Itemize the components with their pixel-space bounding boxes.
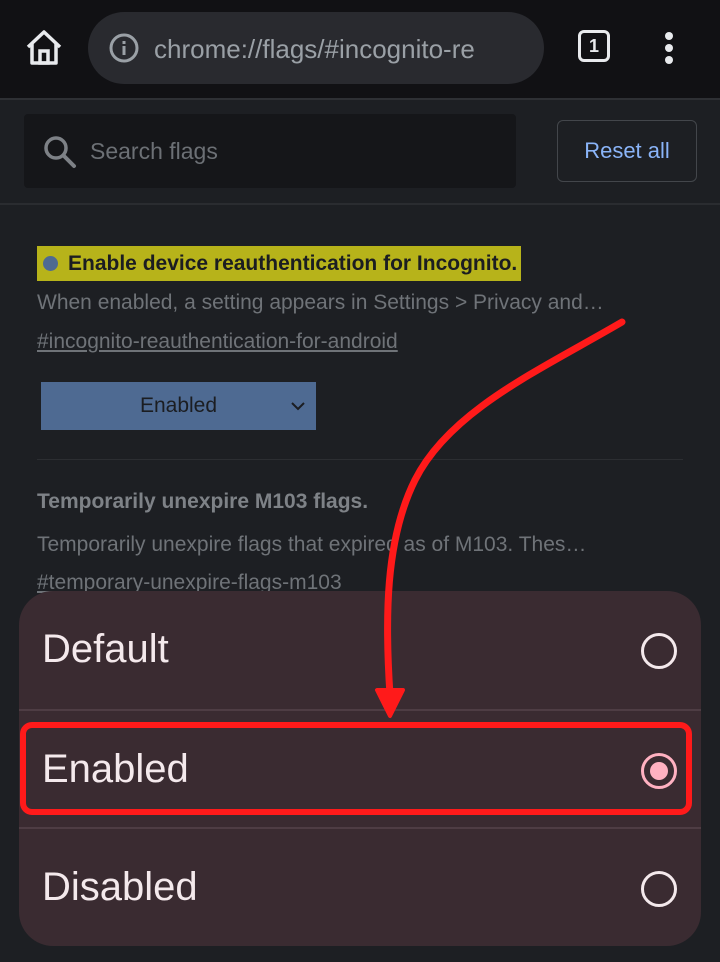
- header-divider: [0, 203, 720, 205]
- tab-switcher-button[interactable]: 1: [576, 28, 614, 66]
- tab-count: 1: [578, 30, 610, 62]
- search-bar[interactable]: [24, 114, 516, 188]
- search-input[interactable]: [90, 132, 490, 170]
- flag-anchor-link[interactable]: #incognito-reauthentication-for-android: [37, 328, 398, 356]
- radio-button[interactable]: [641, 871, 677, 907]
- home-button[interactable]: [22, 26, 66, 70]
- option-disabled[interactable]: Disabled: [19, 829, 701, 947]
- info-icon[interactable]: [108, 32, 140, 64]
- more-menu-button[interactable]: [652, 28, 686, 68]
- option-default[interactable]: Default: [19, 591, 701, 709]
- flag-description: Temporarily unexpire flags that expired …: [37, 533, 587, 556]
- browser-toolbar: chrome://flags/#incognito-re 1: [0, 0, 720, 98]
- radio-button[interactable]: [641, 633, 677, 669]
- chevron-down-icon: [291, 402, 305, 411]
- annotation-highlight-box: [20, 722, 692, 815]
- flag-title: Enable device reauthentication for Incog…: [37, 246, 522, 281]
- flag-state-value: Enabled: [139, 394, 218, 417]
- flag-title-text: Enable device reauthentication for Incog…: [68, 251, 518, 275]
- reset-all-button[interactable]: Reset all: [557, 120, 697, 182]
- option-label: Default: [42, 627, 169, 671]
- status-dot: [43, 256, 58, 271]
- toolbar-divider: [0, 98, 720, 100]
- flag-state-select[interactable]: Enabled: [41, 382, 316, 430]
- home-icon: [26, 30, 62, 65]
- flag-title: Temporarily unexpire M103 flags.: [37, 490, 369, 513]
- search-icon: [44, 136, 76, 168]
- flag-divider: [37, 459, 683, 460]
- option-label: Disabled: [42, 865, 198, 909]
- flag-description: When enabled, a setting appears in Setti…: [37, 291, 604, 314]
- address-bar[interactable]: chrome://flags/#incognito-re: [88, 12, 544, 84]
- more-vert-icon: [665, 32, 673, 40]
- url-text[interactable]: chrome://flags/#incognito-re: [154, 32, 534, 66]
